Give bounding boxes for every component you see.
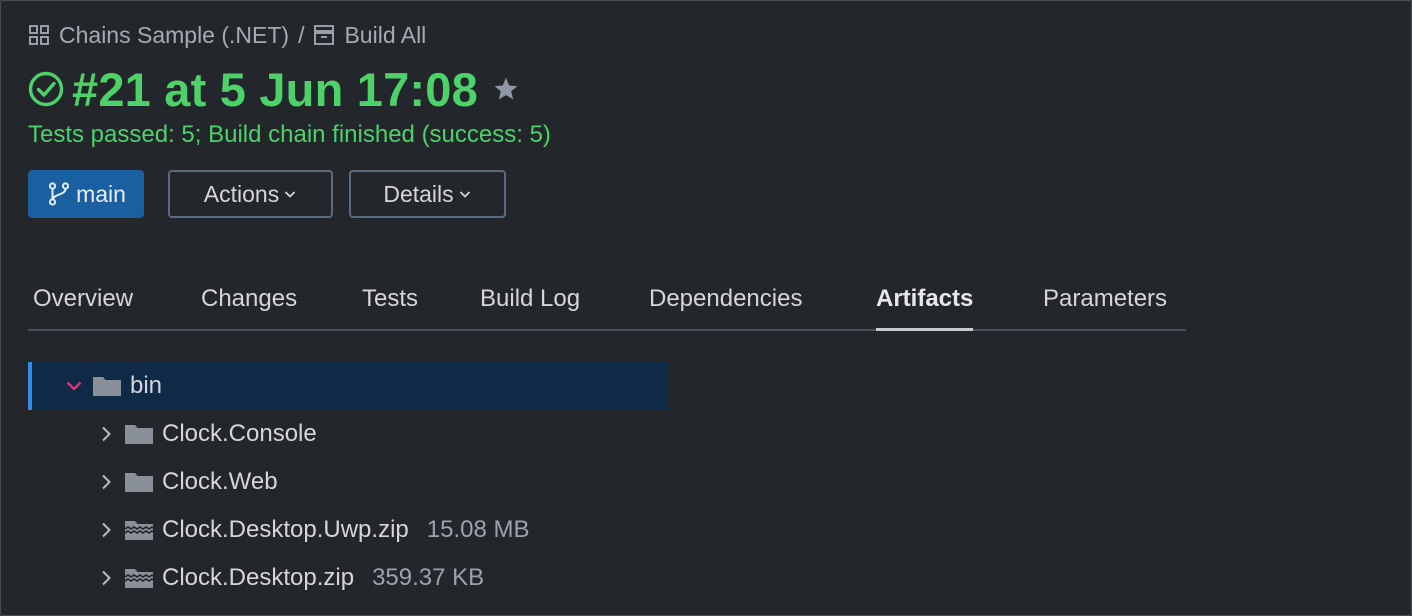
success-check-icon <box>28 71 64 107</box>
tree-item-label: Clock.Web <box>162 468 278 495</box>
chevron-right-icon[interactable] <box>96 473 116 491</box>
zip-icon <box>124 566 154 590</box>
tree-row-clock-web[interactable]: Clock.Web <box>28 458 668 506</box>
zip-icon <box>124 518 154 542</box>
tab-tests[interactable]: Tests <box>362 282 418 329</box>
favorite-star-icon[interactable] <box>492 75 520 103</box>
build-tabs: Overview Changes Tests Build Log Depende… <box>28 282 1186 331</box>
build-action-bar: main Actions Details <box>28 170 506 218</box>
tab-build-log[interactable]: Build Log <box>480 282 580 329</box>
tab-dependencies[interactable]: Dependencies <box>649 282 802 329</box>
build-config-icon <box>313 24 335 46</box>
build-status-text: Tests passed: 5; Build chain finished (s… <box>28 121 551 148</box>
folder-icon <box>124 470 154 494</box>
branch-button[interactable]: main <box>28 170 144 218</box>
breadcrumb-project[interactable]: Chains Sample (.NET) <box>28 22 289 49</box>
details-button-label: Details <box>383 180 454 207</box>
tree-item-label: bin <box>130 372 163 399</box>
tree-item-label: Clock.Desktop.zip <box>162 564 355 591</box>
tree-row-clock-desktop-uwp-zip[interactable]: Clock.Desktop.Uwp.zip 15.08 MB <box>28 506 668 554</box>
tab-changes[interactable]: Changes <box>201 282 297 329</box>
tab-parameters[interactable]: Parameters <box>1043 282 1167 329</box>
project-grid-icon <box>28 24 50 46</box>
breadcrumb-project-label: Chains Sample (.NET) <box>59 21 290 48</box>
folder-icon <box>124 422 154 446</box>
folder-icon <box>92 374 122 398</box>
breadcrumb: Chains Sample (.NET) / Build All <box>28 21 426 49</box>
breadcrumb-build-config-label: Build All <box>344 21 427 48</box>
tab-artifacts[interactable]: Artifacts <box>876 282 974 331</box>
chevron-down-icon <box>458 187 472 201</box>
chevron-right-icon[interactable] <box>96 521 116 539</box>
build-title-row: #21 at 5 Jun 17:08 <box>28 62 520 116</box>
actions-button-label: Actions <box>203 180 280 207</box>
artifact-tree: bin Clock.Console Clock.Web Clock.Deskto… <box>28 362 668 602</box>
branch-icon <box>46 181 72 207</box>
chevron-right-icon[interactable] <box>96 425 116 443</box>
tree-item-label: Clock.Console <box>162 420 317 447</box>
breadcrumb-build-config[interactable]: Build All <box>313 22 426 49</box>
tab-overview[interactable]: Overview <box>33 282 133 329</box>
file-size: 359.37 KB <box>372 564 485 591</box>
file-size: 15.08 MB <box>426 516 530 543</box>
chevron-down-icon <box>283 187 297 201</box>
tree-item-label: Clock.Desktop.Uwp.zip <box>162 516 409 543</box>
build-title: #21 at 5 Jun 17:08 <box>72 62 478 116</box>
tree-row-clock-desktop-zip[interactable]: Clock.Desktop.zip 359.37 KB <box>28 554 668 602</box>
expanded-chevron-icon[interactable] <box>64 379 84 393</box>
tree-row-clock-console[interactable]: Clock.Console <box>28 410 668 458</box>
details-dropdown-button[interactable]: Details <box>349 170 506 218</box>
breadcrumb-separator: / <box>298 21 305 48</box>
actions-dropdown-button[interactable]: Actions <box>168 170 333 218</box>
chevron-right-icon[interactable] <box>96 569 116 587</box>
tree-row-bin[interactable]: bin <box>28 362 668 410</box>
branch-button-label: main <box>76 180 126 207</box>
